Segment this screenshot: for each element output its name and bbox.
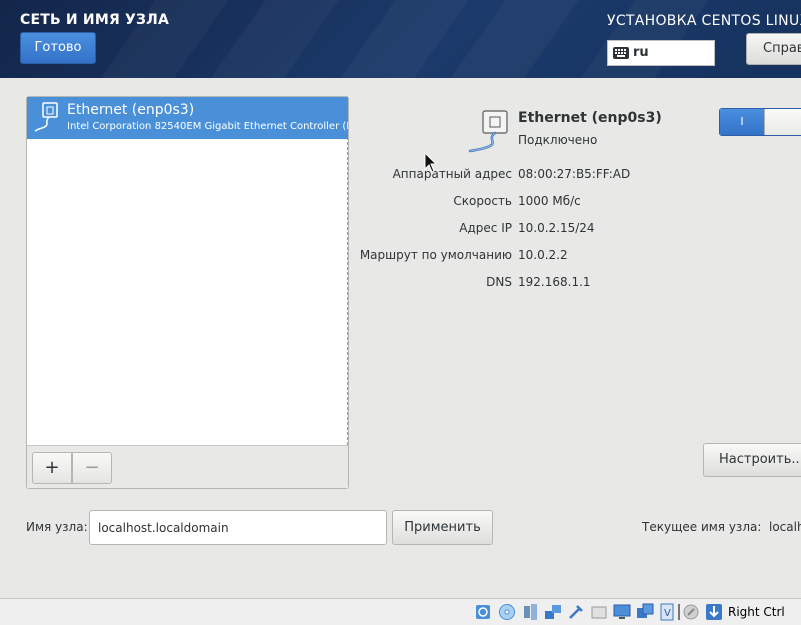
virtualbox-status-bar: V Right Ctrl bbox=[0, 598, 801, 625]
screenshot-icon[interactable] bbox=[636, 603, 654, 621]
hostname-label: Имя узла: bbox=[26, 520, 88, 534]
device-toolbar: + − bbox=[27, 445, 348, 488]
network-icon[interactable] bbox=[544, 603, 562, 621]
usb-icon[interactable] bbox=[567, 603, 585, 621]
device-name: Ethernet (enp0s3) bbox=[67, 102, 195, 118]
toggle-on-label: I bbox=[720, 109, 764, 135]
device-list-panel: Ethernet (enp0s3) Intel Corporation 8254… bbox=[26, 96, 349, 489]
keyboard-layout-indicator[interactable]: ru bbox=[607, 40, 715, 66]
device-list-item[interactable]: Ethernet (enp0s3) Intel Corporation 8254… bbox=[27, 97, 348, 139]
svg-text:V: V bbox=[664, 608, 671, 619]
apply-hostname-button[interactable]: Применить bbox=[392, 510, 493, 545]
remove-device-button[interactable]: − bbox=[72, 452, 112, 484]
device-toggle-switch[interactable]: I bbox=[719, 108, 801, 136]
header-bar: СЕТЬ И ИМЯ УЗЛА Готово УСТАНОВКА CENTOS … bbox=[0, 0, 801, 78]
default-route-label: Маршрут по умолчанию bbox=[359, 248, 512, 262]
speed-label: Скорость bbox=[453, 194, 512, 208]
install-title: УСТАНОВКА CENTOS LINUX bbox=[607, 13, 801, 29]
device-list: Ethernet (enp0s3) Intel Corporation 8254… bbox=[27, 97, 348, 445]
current-hostname-value: localhost bbox=[769, 520, 801, 534]
optical-drive-icon[interactable] bbox=[498, 603, 516, 621]
toggle-off-half bbox=[764, 109, 801, 135]
help-button[interactable]: Справка bbox=[746, 33, 801, 65]
shared-folder-icon[interactable] bbox=[590, 603, 608, 621]
dns-label: DNS bbox=[486, 275, 512, 289]
display-icon[interactable] bbox=[613, 603, 631, 621]
audio-icon[interactable] bbox=[521, 603, 539, 621]
default-route-value: 10.0.2.2 bbox=[518, 248, 568, 262]
current-hostname-label: Текущее имя узла: bbox=[642, 520, 762, 534]
mouse-cursor-icon bbox=[424, 152, 438, 173]
device-detail-name: Ethernet (enp0s3) bbox=[518, 110, 662, 126]
ip-address-value: 10.0.2.15/24 bbox=[518, 221, 595, 235]
ip-address-label: Адрес IP bbox=[459, 221, 512, 235]
hardware-address-value: 08:00:27:B5:FF:AD bbox=[518, 167, 631, 181]
network-port-icon bbox=[468, 110, 508, 153]
keyboard-layout-label: ru bbox=[633, 45, 649, 60]
vt-x-icon[interactable]: V bbox=[659, 603, 677, 621]
done-button[interactable]: Готово bbox=[20, 32, 96, 64]
hdd-icon[interactable] bbox=[474, 603, 492, 621]
hardware-address-label: Аппаратный адрес bbox=[392, 167, 512, 181]
device-description: Intel Corporation 82540EM Gigabit Ethern… bbox=[67, 121, 348, 132]
speed-value: 1000 Мб/с bbox=[518, 194, 581, 208]
configure-button[interactable]: Настроить... bbox=[703, 443, 801, 477]
ethernet-icon bbox=[34, 102, 58, 132]
mouse-integration-icon[interactable] bbox=[682, 603, 700, 621]
add-device-button[interactable]: + bbox=[32, 452, 72, 484]
connection-status: Подключено bbox=[518, 133, 598, 147]
dns-value: 192.168.1.1 bbox=[518, 275, 591, 289]
page-title: СЕТЬ И ИМЯ УЗЛА bbox=[20, 12, 170, 28]
keyboard-icon bbox=[613, 47, 629, 59]
hostname-input[interactable] bbox=[89, 510, 387, 545]
host-key-arrow-icon[interactable] bbox=[705, 603, 723, 621]
host-key-label: Right Ctrl bbox=[728, 605, 785, 619]
